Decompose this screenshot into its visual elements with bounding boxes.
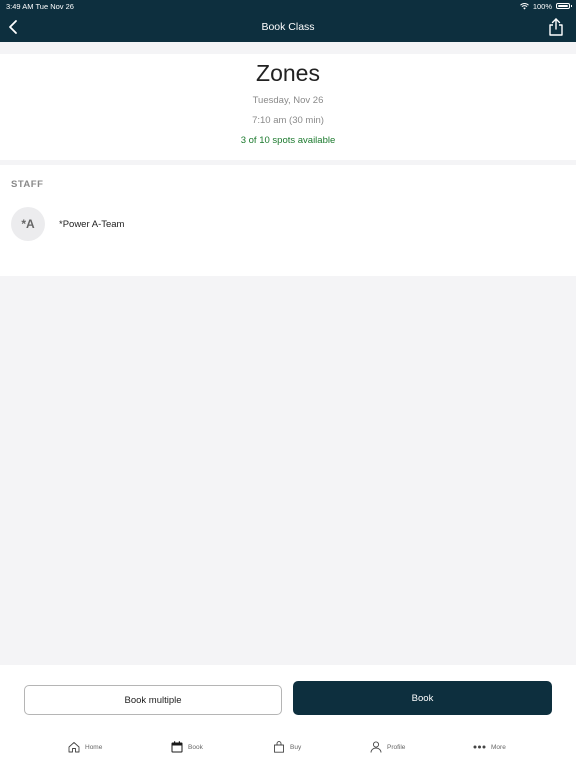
tab-bar: Home Book Buy Profile More <box>0 737 576 757</box>
staff-name: *Power A-Team <box>59 218 125 230</box>
status-time: 3:49 AM Tue Nov 26 <box>6 1 74 11</box>
class-name: Zones <box>256 60 320 86</box>
tab-book[interactable]: Book <box>171 737 203 757</box>
book-button[interactable]: Book <box>293 681 552 715</box>
book-multiple-button[interactable]: Book multiple <box>24 685 282 715</box>
spots-available: 3 of 10 spots available <box>240 135 336 146</box>
staff-section: STAFF *A *Power A-Team <box>0 165 576 276</box>
wifi-icon <box>519 2 529 9</box>
status-bar: 3:49 AM Tue Nov 26 100% <box>0 0 576 12</box>
calendar-icon <box>171 741 183 753</box>
shopping-bag-icon <box>274 741 284 753</box>
class-time: 7:10 am (30 min) <box>252 115 324 126</box>
status-right: 100% <box>519 1 572 11</box>
battery-percent: 100% <box>532 1 552 11</box>
staff-heading: STAFF <box>11 179 44 190</box>
class-info-card: Zones Tuesday, Nov 26 7:10 am (30 min) 3… <box>0 54 576 160</box>
person-icon <box>370 741 382 753</box>
more-dots-icon <box>473 745 486 749</box>
home-icon <box>68 742 80 753</box>
battery-icon <box>556 3 572 9</box>
tab-book-label: Book <box>188 743 203 751</box>
staff-avatar: *A <box>11 207 45 241</box>
tab-profile[interactable]: Profile <box>370 737 405 757</box>
footer: Book multiple Book Home Book Buy Profile… <box>0 665 576 768</box>
tab-buy[interactable]: Buy <box>273 737 301 757</box>
tab-home-label: Home <box>85 743 103 751</box>
nav-bar: Book Class <box>0 12 576 42</box>
tab-more[interactable]: More <box>473 737 506 757</box>
staff-item[interactable]: *A *Power A-Team <box>11 207 124 241</box>
tab-profile-label: Profile <box>387 743 406 751</box>
class-date: Tuesday, Nov 26 <box>252 95 324 106</box>
back-chevron-icon[interactable] <box>6 19 22 35</box>
tab-home[interactable]: Home <box>68 737 102 757</box>
tab-more-label: More <box>491 743 506 751</box>
page-title: Book Class <box>261 21 315 33</box>
tab-buy-label: Buy <box>290 743 302 751</box>
share-icon[interactable] <box>548 18 564 36</box>
